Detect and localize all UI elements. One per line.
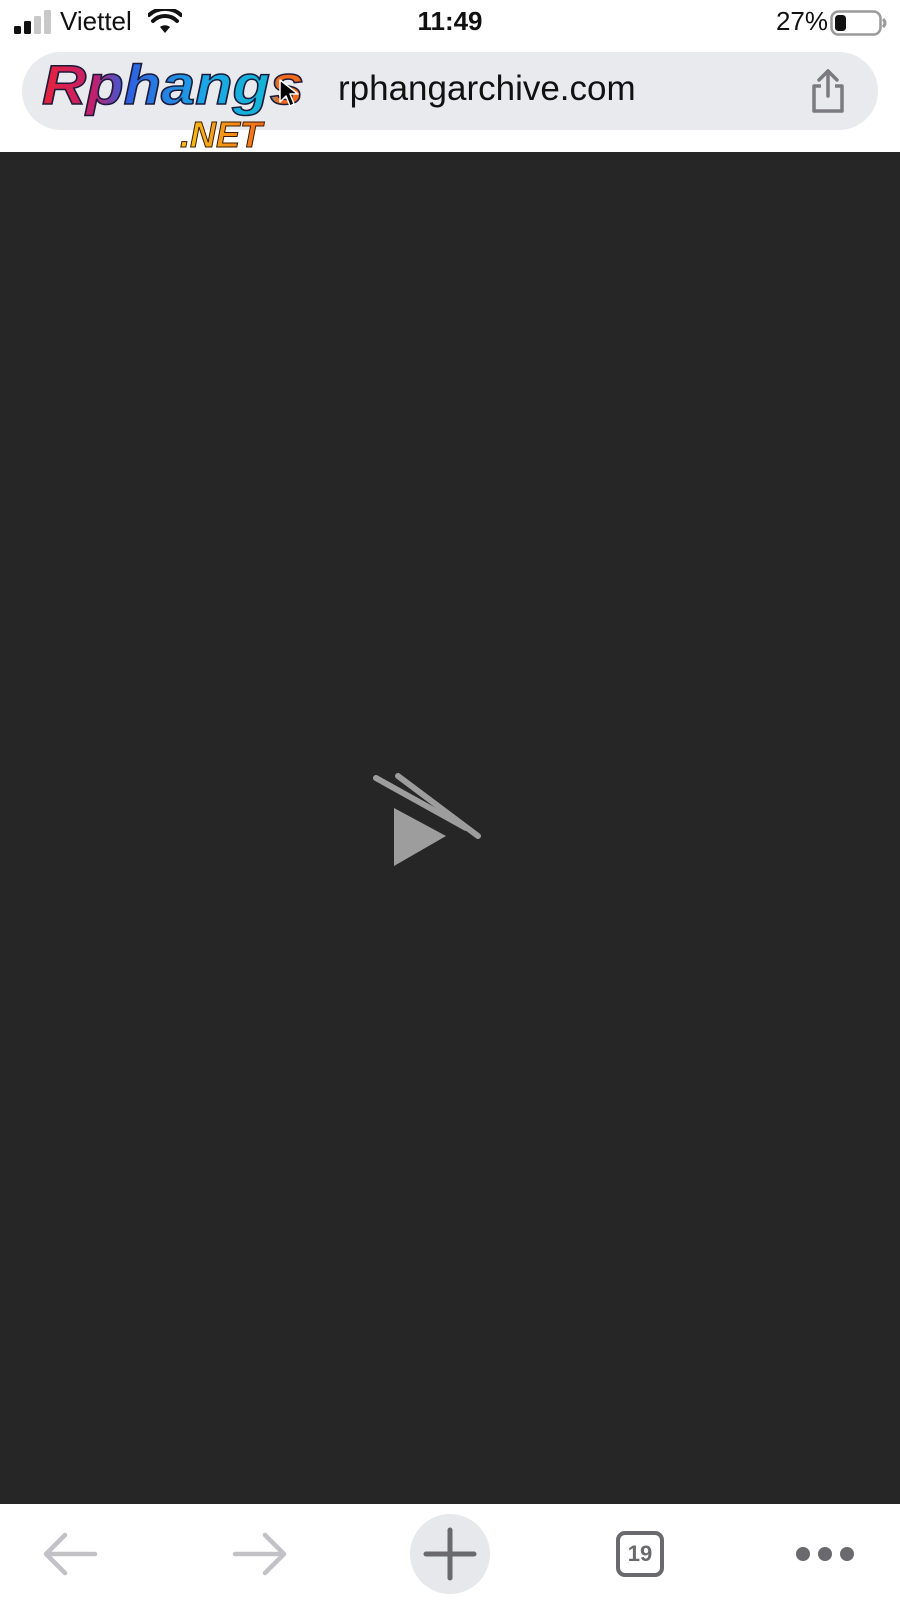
more-menu-button[interactable] (775, 1514, 875, 1594)
logo-suffix: .NET (180, 114, 265, 154)
new-tab-button[interactable] (410, 1514, 490, 1594)
forward-button[interactable] (220, 1514, 300, 1594)
ellipsis-icon (796, 1547, 854, 1561)
logo-wordmark: Rphangs (42, 54, 304, 116)
arrow-right-icon (232, 1532, 287, 1576)
tab-count: 19 (627, 1541, 653, 1566)
tab-switcher-button[interactable]: 19 (600, 1514, 680, 1594)
status-clock: 11:49 (417, 6, 483, 36)
battery-percentage: 27% (775, 6, 828, 36)
browser-screen: Viettel 11:49 27% rphangarchive.com Rpha… (0, 0, 900, 1600)
battery-icon (830, 10, 887, 36)
share-icon[interactable] (808, 68, 848, 114)
cursor-icon (279, 79, 299, 107)
back-button[interactable] (30, 1514, 110, 1594)
status-bar: Viettel 11:49 27% (0, 0, 900, 46)
battery-level-fill (835, 15, 846, 31)
video-content-area[interactable] (0, 152, 900, 1504)
tab-switcher-icon: 19 (616, 1531, 664, 1577)
video-unavailable-icon (373, 772, 482, 866)
url-text[interactable]: rphangarchive.com (338, 69, 636, 109)
bottom-toolbar: 19 (0, 1504, 900, 1600)
plus-icon (423, 1527, 477, 1581)
arrow-left-icon (43, 1532, 98, 1576)
